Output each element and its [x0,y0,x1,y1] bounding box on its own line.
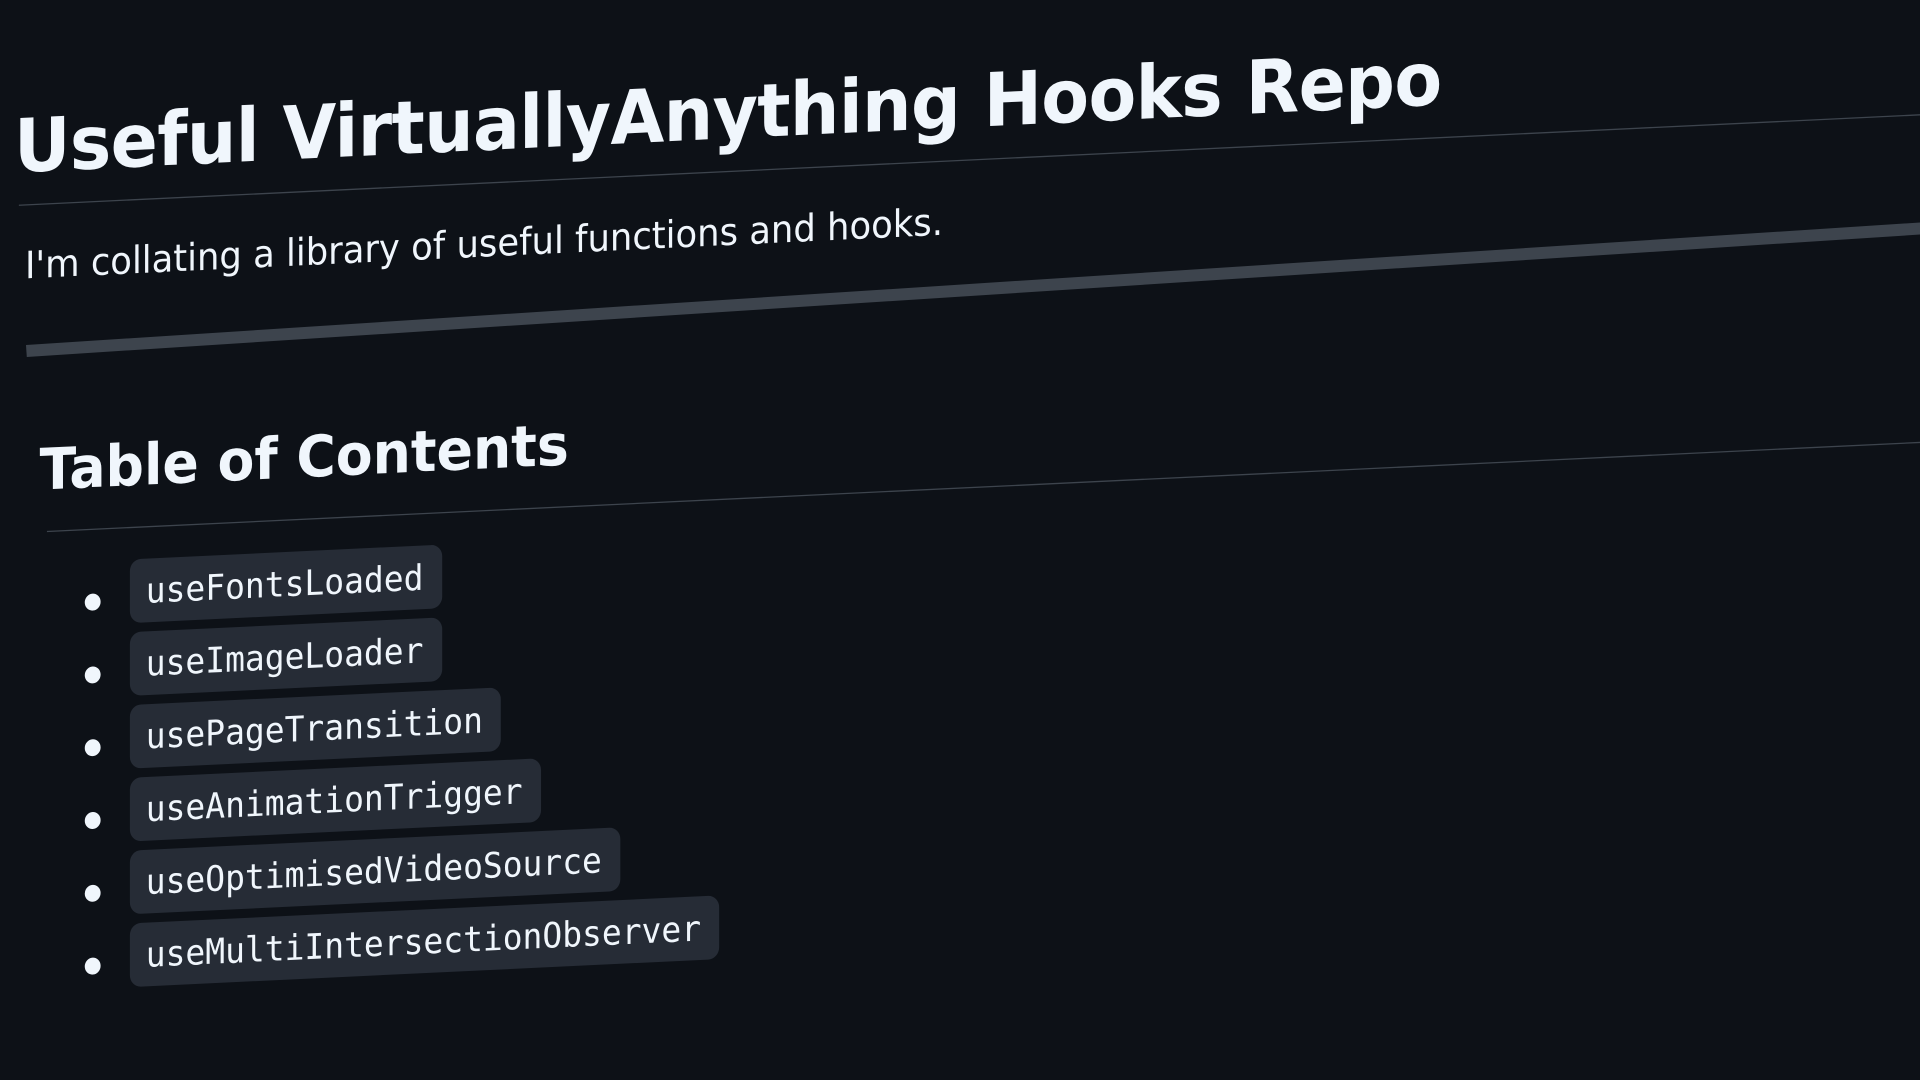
toc-link-usemultiintersectionobserver[interactable]: useMultiIntersectionObserver [129,894,720,987]
page-title: Useful VirtuallyAnything Hooks Repo [14,36,1442,191]
bullet-icon [84,738,101,757]
bullet-icon [84,593,101,611]
toc-list: useFontsLoaded useImageLoader usePageTra… [14,449,1920,991]
readme-viewport: Useful VirtuallyAnything Hooks Repo I'm … [0,0,1920,1080]
bullet-icon [84,884,101,903]
bullet-icon [84,957,101,975]
bullet-icon [84,811,101,830]
bullet-icon [84,666,101,684]
readme-document: Useful VirtuallyAnything Hooks Repo I'm … [14,0,1920,991]
